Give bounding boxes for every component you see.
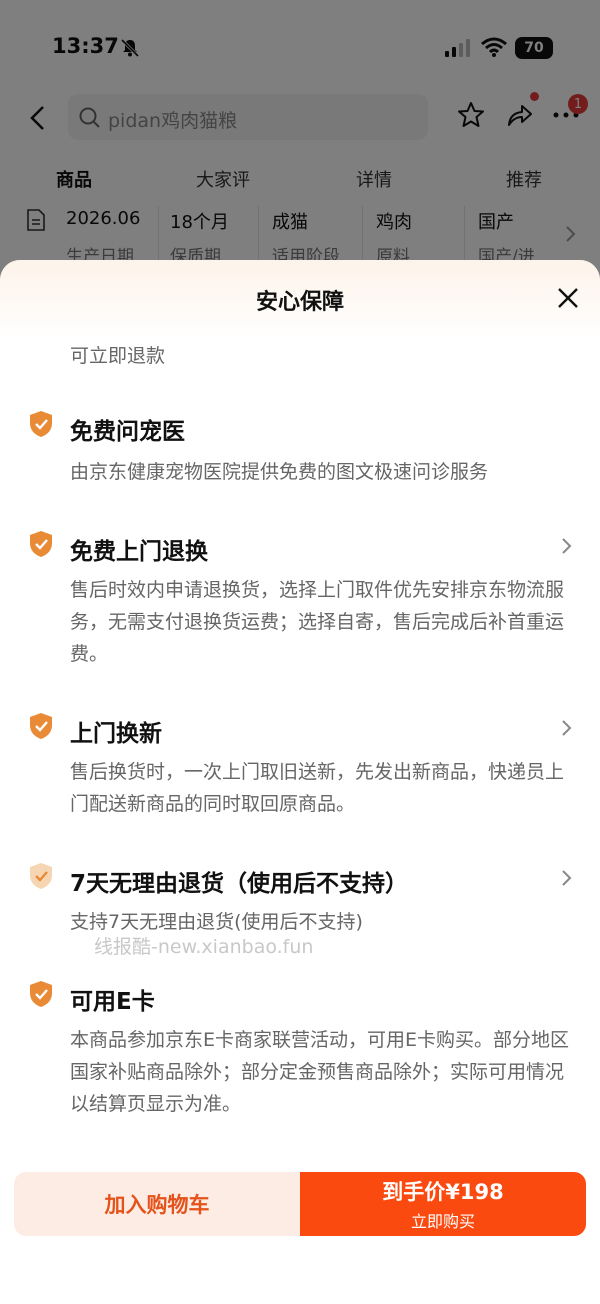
- item-description: 售后时效内申请退换货，选择上门取件优先安排京东物流服务，无需支付退换货运费；选择…: [70, 579, 565, 665]
- chevron-right-icon: [562, 720, 572, 736]
- modal-overlay[interactable]: [0, 0, 600, 300]
- close-icon[interactable]: [556, 286, 580, 310]
- guarantee-sheet: 安心保障 可立即退款 免费问宠医 由京东健康宠物医院提供免费的图文极速问诊服务 …: [0, 260, 600, 1304]
- buy-now-label: 立即购买: [410, 1212, 475, 1231]
- final-price: 到手价¥198: [382, 1180, 504, 1204]
- shield-check-icon: [30, 411, 52, 437]
- add-to-cart-button[interactable]: 加入购物车: [14, 1172, 300, 1236]
- chevron-right-icon: [562, 538, 572, 554]
- shield-check-icon: [30, 531, 52, 557]
- watermark: 线报酷-new.xianbao.fun: [94, 936, 314, 958]
- item-title: 免费问宠医: [70, 419, 185, 445]
- shield-check-icon: [30, 713, 52, 739]
- shield-check-icon: [30, 981, 52, 1007]
- sheet-title: 安心保障: [255, 290, 344, 315]
- buy-now-button[interactable]: 到手价¥198 立即购买: [300, 1172, 586, 1236]
- item-description: 由京东健康宠物医院提供免费的图文极速问诊服务: [70, 461, 489, 483]
- item-title: 可用E卡: [70, 989, 155, 1015]
- shield-check-light-icon: [30, 863, 52, 889]
- item-title: 上门换新: [70, 721, 162, 747]
- item-title: 7天无理由退货（使用后不支持）: [70, 871, 409, 897]
- chevron-right-icon: [562, 870, 572, 886]
- purchase-button-bar: 加入购物车 到手价¥198 立即购买: [14, 1172, 586, 1236]
- sheet-header: 安心保障: [0, 260, 600, 340]
- product-page-background: 13:37 70 pidan鸡: [0, 0, 600, 300]
- partial-description: 可立即退款: [70, 345, 166, 367]
- item-title: 免费上门退换: [70, 539, 208, 565]
- item-description: 售后换货时，一次上门取旧送新，先发出新商品，快递员上门配送新商品的同时取回原商品…: [70, 761, 565, 815]
- item-description: 本商品参加京东E卡商家联营活动，可用E卡购买。部分地区国家补贴商品除外；部分定金…: [70, 1029, 570, 1115]
